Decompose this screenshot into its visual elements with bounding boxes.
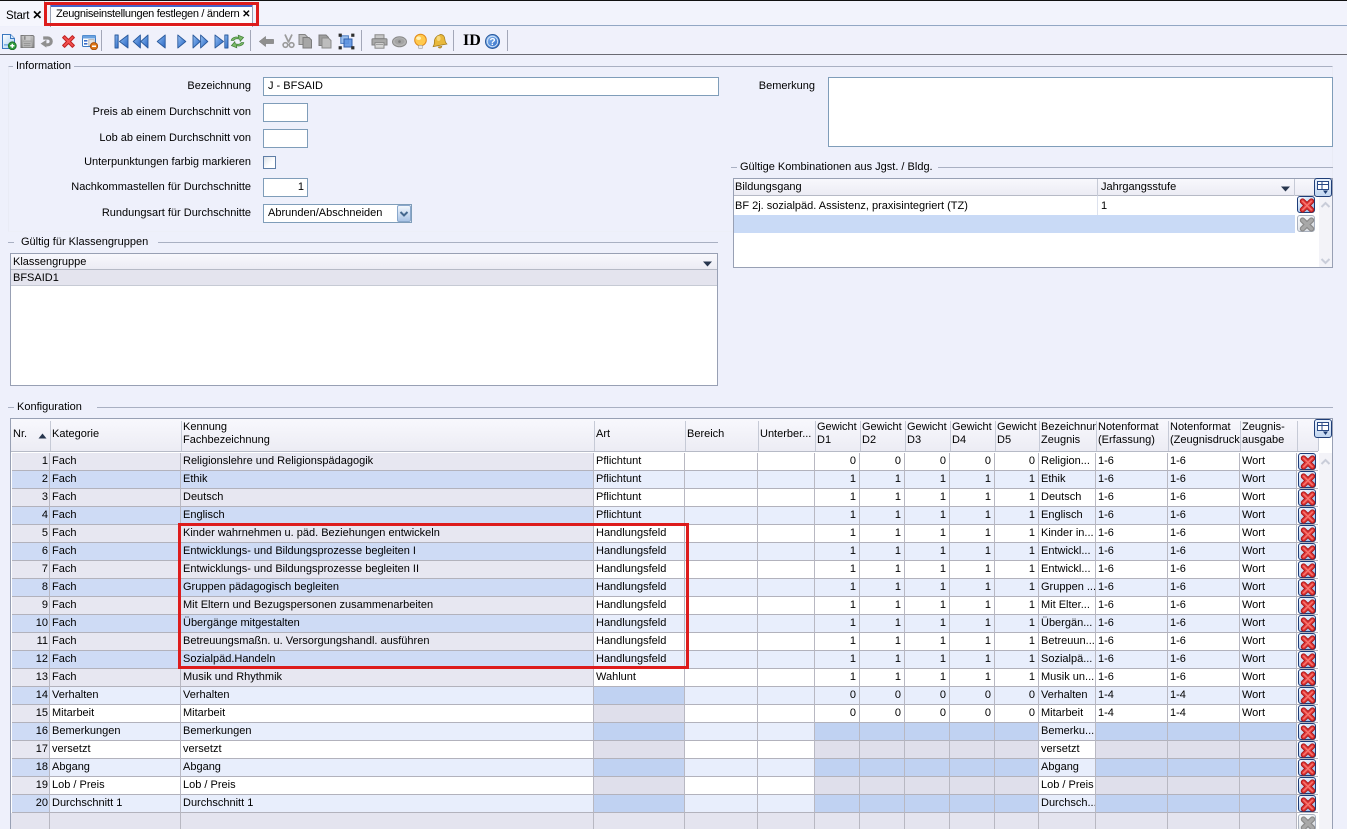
svg-text:?: ? xyxy=(489,37,495,48)
